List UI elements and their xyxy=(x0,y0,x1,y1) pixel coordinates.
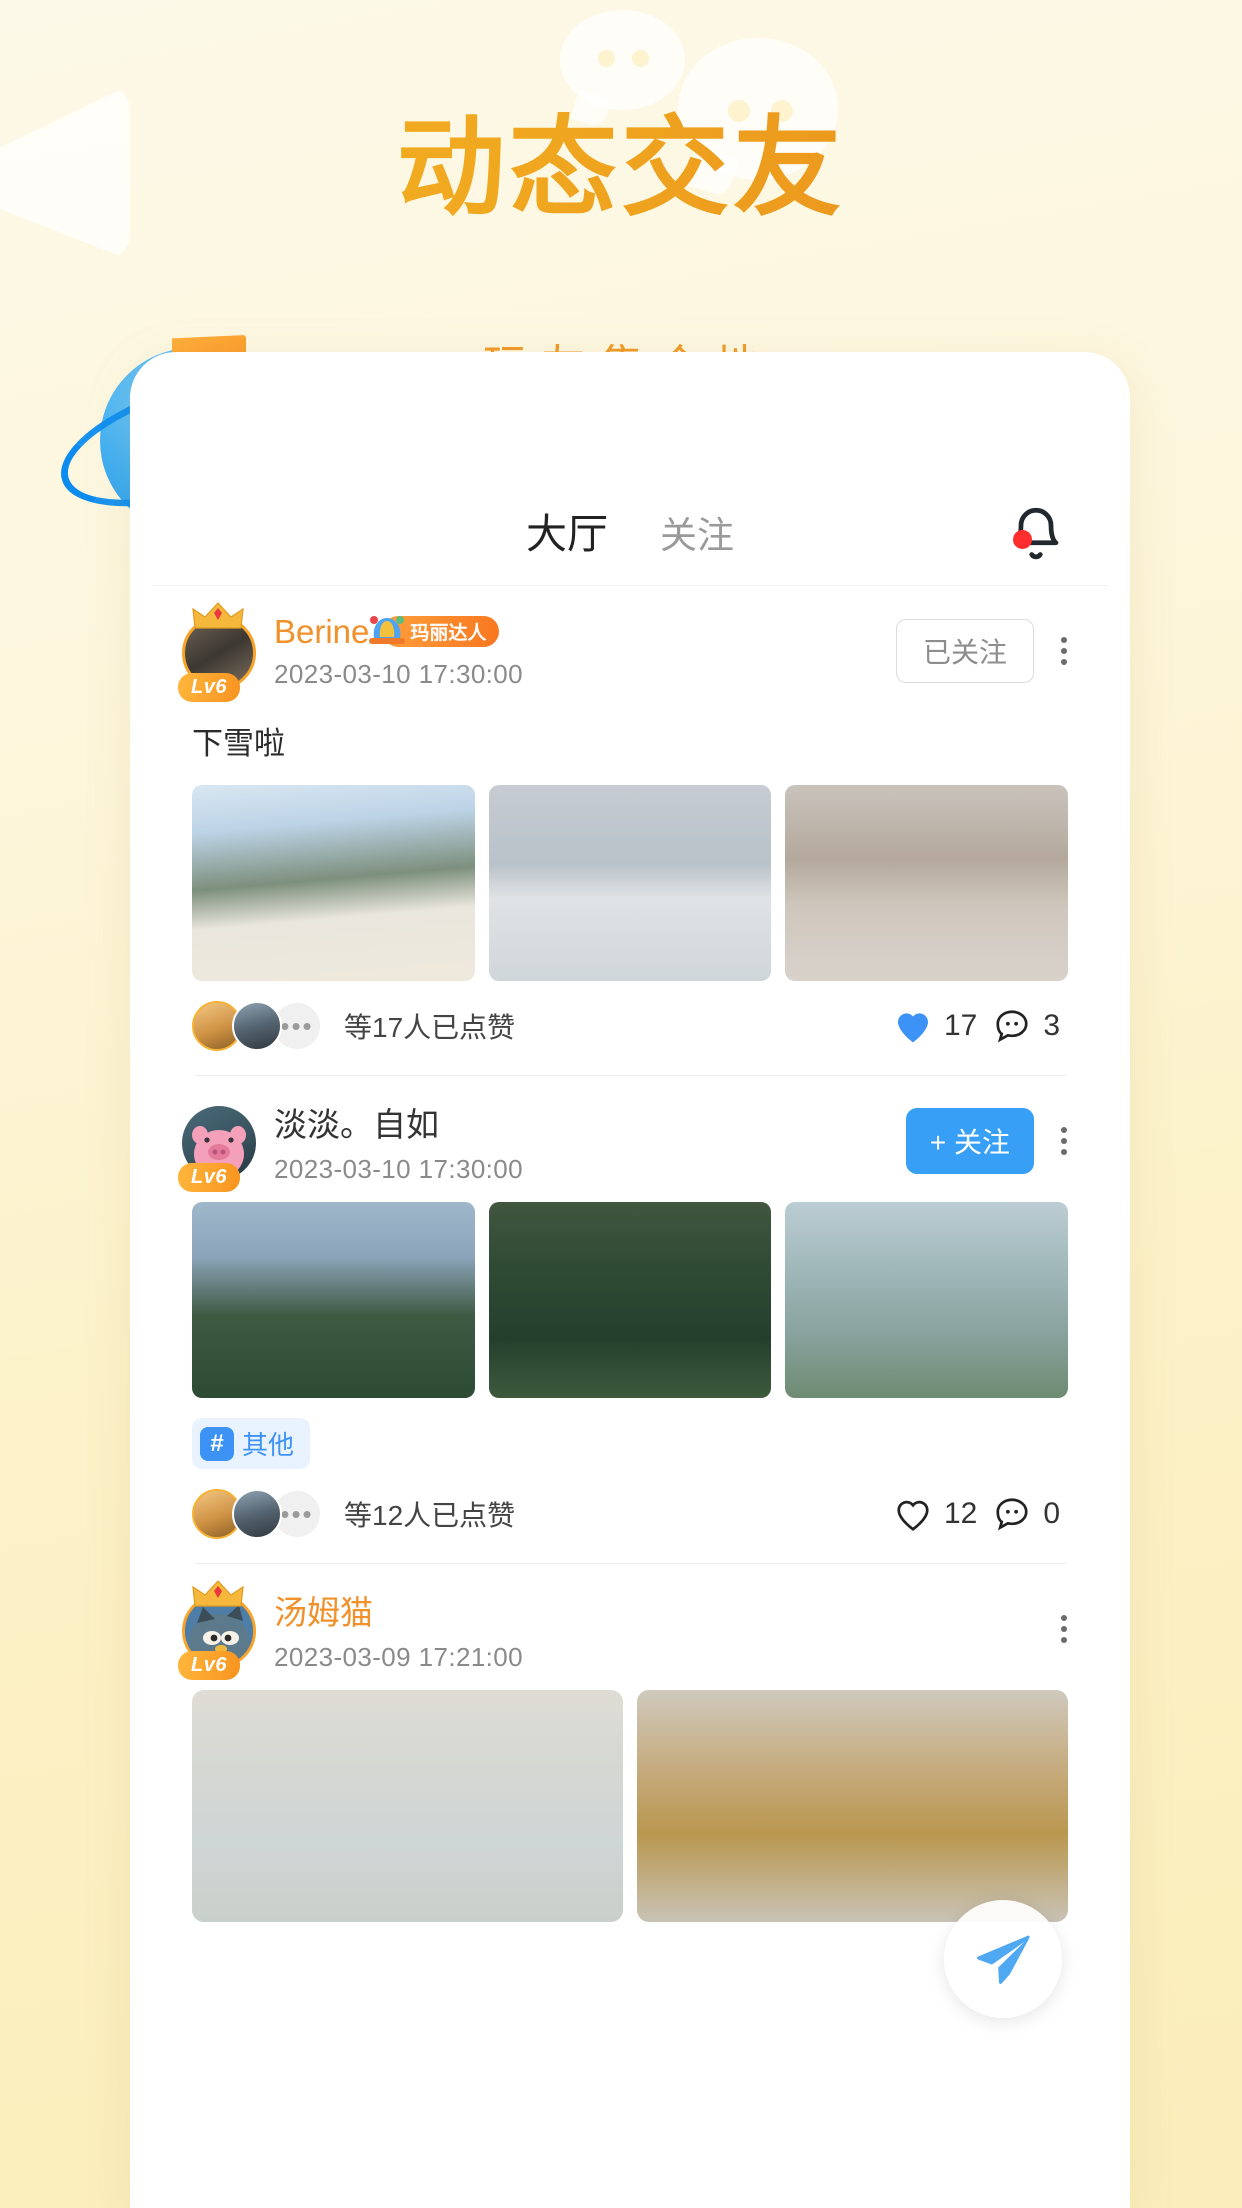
post-header: Lv6 Berine 玛丽达人 2023-03-10 17:30:00 已关注 xyxy=(178,586,1082,702)
crown-icon xyxy=(192,602,244,629)
engagement-row: ••• 等12人已点赞 12 0 xyxy=(178,1469,1082,1557)
follow-button[interactable]: + 关注 xyxy=(905,1108,1034,1174)
user-name[interactable]: Berine xyxy=(274,613,369,651)
likers-text: 等12人已点赞 xyxy=(344,1500,516,1531)
tab-bar: 大厅 关注 xyxy=(526,500,734,560)
comment-count: 3 xyxy=(1043,1009,1060,1042)
tag-row: # 其他 xyxy=(178,1398,1082,1469)
liker-avatars[interactable]: ••• xyxy=(192,1001,322,1051)
like-stat[interactable]: 12 xyxy=(894,1497,977,1532)
post-image[interactable] xyxy=(785,785,1069,981)
liker-avatar xyxy=(232,1001,282,1051)
post-header: Lv6 汤姆猫 2023-03-09 17:21:00 xyxy=(178,1564,1082,1680)
tab-lobby[interactable]: 大厅 xyxy=(526,500,608,560)
liker-avatar xyxy=(232,1489,282,1539)
post-image-grid xyxy=(178,1674,1082,1922)
post-meta: 淡淡。自如 2023-03-10 17:30:00 xyxy=(274,1098,906,1185)
more-options-icon[interactable] xyxy=(1046,1119,1082,1163)
user-name[interactable]: 淡淡。自如 xyxy=(274,1098,439,1146)
bubble-dot xyxy=(598,50,615,67)
post-image[interactable] xyxy=(192,1690,623,1922)
post-image-grid xyxy=(178,1186,1082,1398)
user-name-row: 汤姆猫 xyxy=(274,1586,1046,1634)
jester-hat-icon xyxy=(369,616,406,644)
medal-badge: 玛丽达人 xyxy=(369,616,500,647)
avatar[interactable]: Lv6 xyxy=(178,1096,260,1192)
more-options-icon[interactable] xyxy=(1046,1607,1082,1651)
post-item[interactable]: Lv6 Berine 玛丽达人 2023-03-10 17:30:00 已关注 … xyxy=(152,586,1108,1076)
send-icon xyxy=(977,1935,1030,1984)
comment-icon xyxy=(996,1010,1028,1043)
post-feed: Lv6 Berine 玛丽达人 2023-03-10 17:30:00 已关注 … xyxy=(152,586,1108,1922)
post-meta: Berine 玛丽达人 2023-03-10 17:30:00 xyxy=(274,613,896,690)
stats: 17 3 xyxy=(894,1007,1068,1045)
post-header: Lv6 淡淡。自如 2023-03-10 17:30:00 + 关注 xyxy=(178,1076,1082,1192)
post-image[interactable] xyxy=(192,1202,475,1398)
level-badge: Lv6 xyxy=(178,1651,240,1680)
like-stat[interactable]: 17 xyxy=(894,1009,977,1044)
topic-tag[interactable]: # 其他 xyxy=(192,1418,311,1469)
avatar[interactable]: Lv6 xyxy=(178,1580,260,1680)
likers-text: 等17人已点赞 xyxy=(344,1012,516,1043)
post-text: 下雪啦 xyxy=(192,726,285,761)
engagement-row: ••• 等17人已点赞 17 3 xyxy=(178,981,1082,1069)
user-name-row: Berine 玛丽达人 xyxy=(274,613,896,651)
stats: 12 0 xyxy=(894,1495,1068,1533)
comment-stat[interactable]: 0 xyxy=(993,1495,1060,1533)
comment-stat[interactable]: 3 xyxy=(993,1007,1060,1045)
post-meta: 汤姆猫 2023-03-09 17:21:00 xyxy=(274,1586,1046,1673)
publish-button[interactable] xyxy=(944,1900,1062,2018)
app-screen: 大厅 关注 Lv6 Berine 玛丽达人 2023-03-10 17:30:0… xyxy=(152,474,1108,2208)
user-name[interactable]: 汤姆猫 xyxy=(274,1586,373,1634)
post-image[interactable] xyxy=(637,1690,1068,1922)
notification-badge xyxy=(1013,530,1032,549)
tab-following[interactable]: 关注 xyxy=(660,505,734,559)
like-count: 17 xyxy=(943,1009,978,1042)
comment-count: 0 xyxy=(1043,1497,1060,1530)
speech-bubble-decoration-small xyxy=(560,10,685,129)
post-timestamp: 2023-03-09 17:21:00 xyxy=(274,1641,524,1672)
post-image[interactable] xyxy=(488,1202,772,1398)
like-count: 12 xyxy=(943,1497,978,1530)
bell-icon[interactable] xyxy=(1006,504,1066,564)
heart-outline-icon xyxy=(897,1500,929,1531)
phone-mockup: 大厅 关注 Lv6 Berine 玛丽达人 2023-03-10 17:30:0… xyxy=(130,352,1130,2208)
post-actions: + 关注 xyxy=(905,1108,1082,1174)
medal-label: 玛丽达人 xyxy=(410,623,487,644)
more-options-icon[interactable] xyxy=(1046,629,1082,673)
app-header: 大厅 关注 xyxy=(152,474,1108,586)
followed-button[interactable]: 已关注 xyxy=(895,619,1034,683)
level-badge: Lv6 xyxy=(178,1163,240,1192)
post-image[interactable] xyxy=(785,1202,1069,1398)
hero-title: 动态交友 xyxy=(0,107,1242,229)
post-timestamp: 2023-03-10 17:30:00 xyxy=(274,658,524,689)
comment-icon xyxy=(996,1498,1028,1531)
crown-icon xyxy=(192,1580,244,1607)
avatar[interactable]: Lv6 xyxy=(178,602,260,702)
post-image[interactable] xyxy=(192,785,475,981)
post-item[interactable]: Lv6 汤姆猫 2023-03-09 17:21:00 xyxy=(152,1564,1108,1922)
level-badge: Lv6 xyxy=(178,673,240,702)
post-item[interactable]: Lv6 淡淡。自如 2023-03-10 17:30:00 + 关注 # 其他 … xyxy=(152,1076,1108,1564)
bubble-dot xyxy=(632,50,649,67)
hash-icon: # xyxy=(200,1426,234,1461)
topic-tag-label: 其他 xyxy=(242,1430,295,1460)
post-image-grid xyxy=(178,769,1082,981)
post-actions: 已关注 xyxy=(895,619,1082,683)
post-actions xyxy=(1046,1607,1082,1651)
liker-avatars[interactable]: ••• xyxy=(192,1489,322,1539)
post-image[interactable] xyxy=(488,785,772,981)
post-timestamp: 2023-03-10 17:30:00 xyxy=(274,1153,524,1184)
heart-filled-icon xyxy=(897,1012,928,1042)
user-name-row: 淡淡。自如 xyxy=(274,1098,906,1146)
